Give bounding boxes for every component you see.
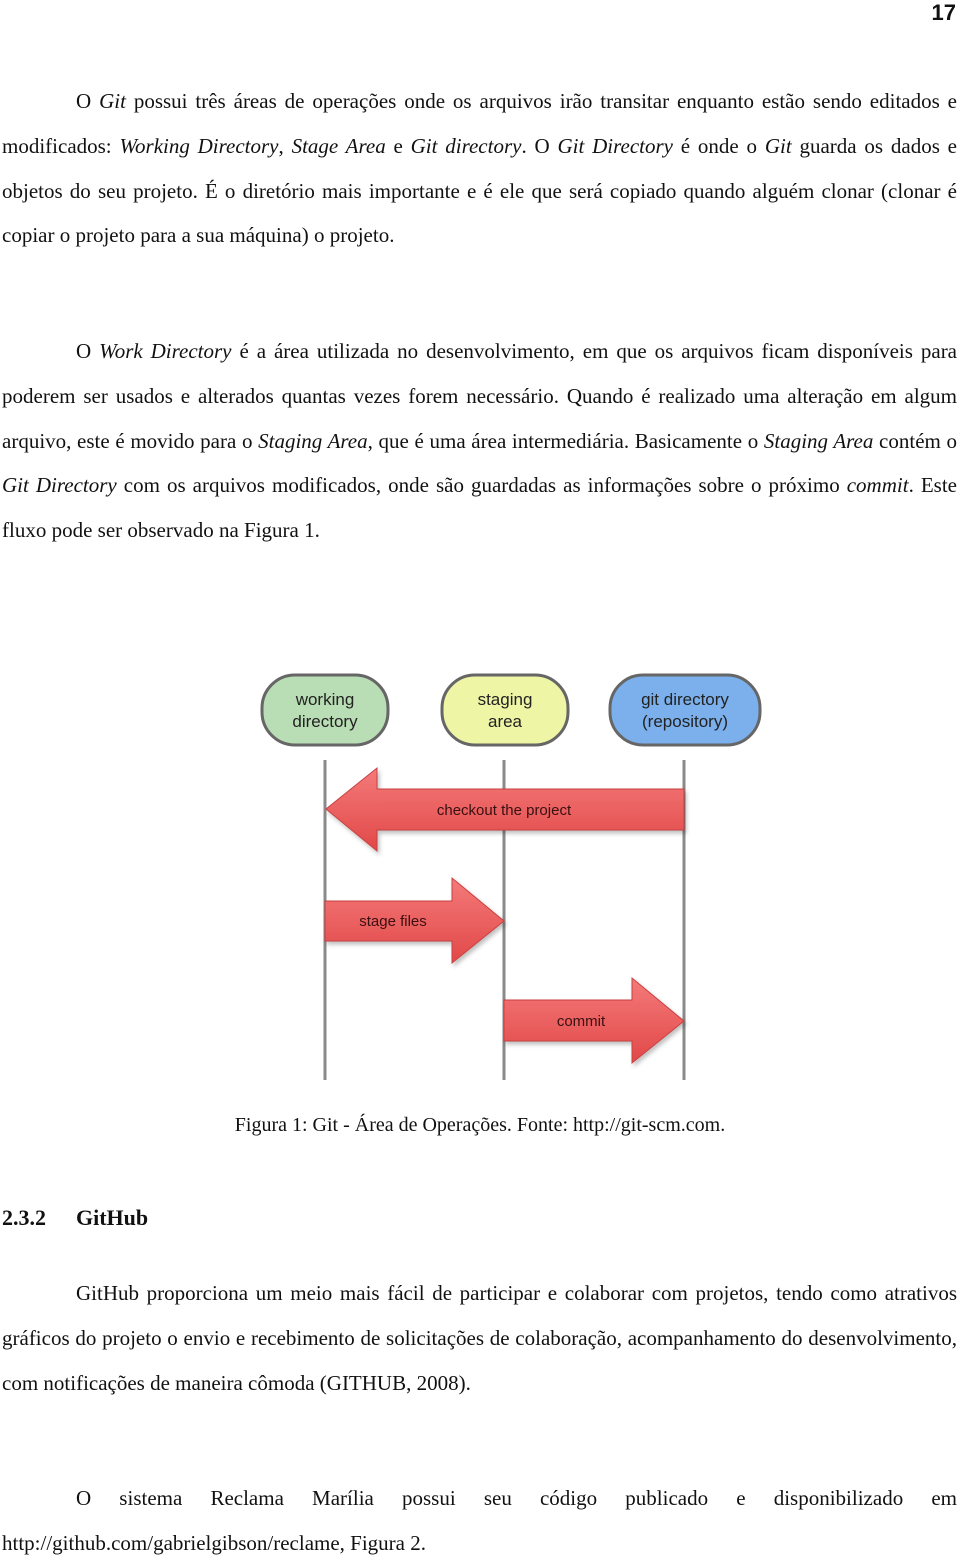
section-title: GitHub	[76, 1205, 149, 1230]
node-staging-area: staging area	[440, 673, 570, 747]
paragraph-work-directory: O Work Directory é a área utilizada no d…	[2, 339, 958, 543]
node-label-line2: (repository)	[642, 712, 728, 731]
node-git-directory: git directory (repository)	[608, 673, 762, 747]
node-label-line2: directory	[292, 712, 358, 731]
node-label-line1: staging	[478, 690, 533, 709]
paragraph-reclama-marilia: O sistema Reclama Marília possui seu cód…	[2, 1486, 957, 1555]
section-number: 2.3.2	[2, 1205, 46, 1230]
git-operations-diagram: working directory staging area git direc…	[260, 673, 762, 1080]
paragraph-git-areas: O Git possui três áreas de operações ond…	[2, 89, 957, 248]
section-heading: 2.3.2 GitHub	[2, 1205, 148, 1231]
arrow-stage-files: stage files	[324, 876, 505, 965]
arrow-label: commit	[557, 1013, 606, 1030]
page-number: 17	[931, 0, 956, 25]
arrow-label: stage files	[359, 913, 427, 930]
arrow-commit: commit	[503, 976, 685, 1065]
arrow-label: checkout the project	[437, 802, 572, 819]
node-label-line1: working	[295, 690, 355, 709]
paragraph-github: GitHub proporciona um meio mais fácil de…	[2, 1281, 957, 1395]
node-working-directory: working directory	[260, 673, 390, 747]
node-label-line1: git directory	[641, 690, 729, 709]
node-label-line2: area	[488, 712, 523, 731]
figure-caption: Figura 1: Git - Área de Operações. Fonte…	[234, 1114, 726, 1136]
